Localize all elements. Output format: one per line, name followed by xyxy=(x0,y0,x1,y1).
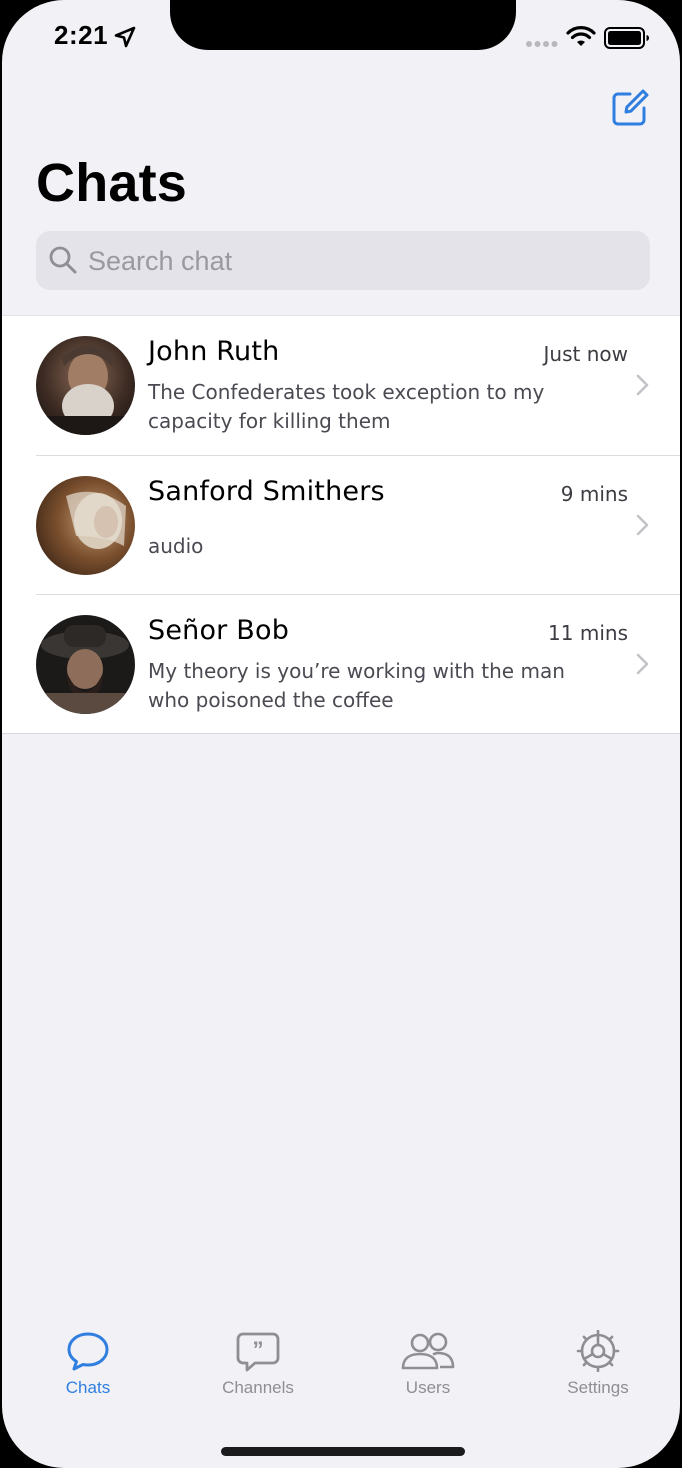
chevron-right-icon xyxy=(636,653,649,675)
location-arrow-icon xyxy=(114,26,136,48)
chat-preview: My theory is you’re working with the man… xyxy=(148,659,565,712)
search-icon xyxy=(49,246,77,274)
status-time: 2:21 xyxy=(54,20,109,50)
chat-name: John Ruth xyxy=(148,336,280,367)
chat-name: Señor Bob xyxy=(148,615,290,646)
chat-row-senor-bob[interactable]: Señor Bob 11 mins My theory is you’re wo… xyxy=(2,594,680,733)
avatar xyxy=(36,476,135,575)
tab-label: Channels xyxy=(222,1378,294,1397)
chevron-right-icon xyxy=(636,514,649,536)
tab-channels[interactable]: ” Channels xyxy=(188,1330,328,1398)
tab-chats[interactable]: Chats xyxy=(18,1330,158,1398)
chevron-right-icon xyxy=(636,374,649,396)
compose-button[interactable] xyxy=(610,88,650,128)
users-icon xyxy=(401,1332,455,1370)
chat-preview: audio xyxy=(148,534,204,558)
tab-users[interactable]: Users xyxy=(358,1330,498,1398)
chat-time: Just now xyxy=(543,342,628,366)
chat-name: Sanford Smithers xyxy=(148,476,385,507)
search-input[interactable] xyxy=(86,239,630,283)
chat-row-john-ruth[interactable]: John Ruth Just now The Confederates took… xyxy=(2,316,680,455)
chat-preview: The Confederates took exception to my ca… xyxy=(148,380,545,433)
gear-icon xyxy=(576,1330,620,1372)
home-indicator[interactable] xyxy=(221,1447,465,1456)
search-bar[interactable] xyxy=(36,231,650,290)
chat-row-sanford-smithers[interactable]: Sanford Smithers 9 mins audio xyxy=(2,455,680,594)
page-title: Chats xyxy=(36,153,188,213)
notch xyxy=(170,0,516,50)
battery-icon xyxy=(604,27,649,49)
chat-time: 9 mins xyxy=(560,482,628,506)
chat-bubble-icon xyxy=(67,1332,109,1371)
phone-screen: 2:21 Chats Search chat John Ruth Just no… xyxy=(2,0,680,1468)
tab-settings[interactable]: Settings xyxy=(528,1330,668,1398)
svg-text:”: ” xyxy=(253,1337,264,1362)
chat-list: John Ruth Just now The Confederates took… xyxy=(2,315,680,734)
chat-time: 11 mins xyxy=(548,621,628,645)
tab-label: Users xyxy=(405,1378,451,1397)
cellular-signal-icon xyxy=(526,41,558,47)
tab-label: Chats xyxy=(65,1378,111,1397)
avatar xyxy=(36,336,135,435)
avatar xyxy=(36,615,135,714)
tab-label: Settings xyxy=(567,1378,629,1397)
wifi-icon xyxy=(566,26,596,46)
tab-bar: Chats ” Channels Users Settings xyxy=(2,1330,680,1430)
quote-bubble-icon: ” xyxy=(236,1332,280,1372)
